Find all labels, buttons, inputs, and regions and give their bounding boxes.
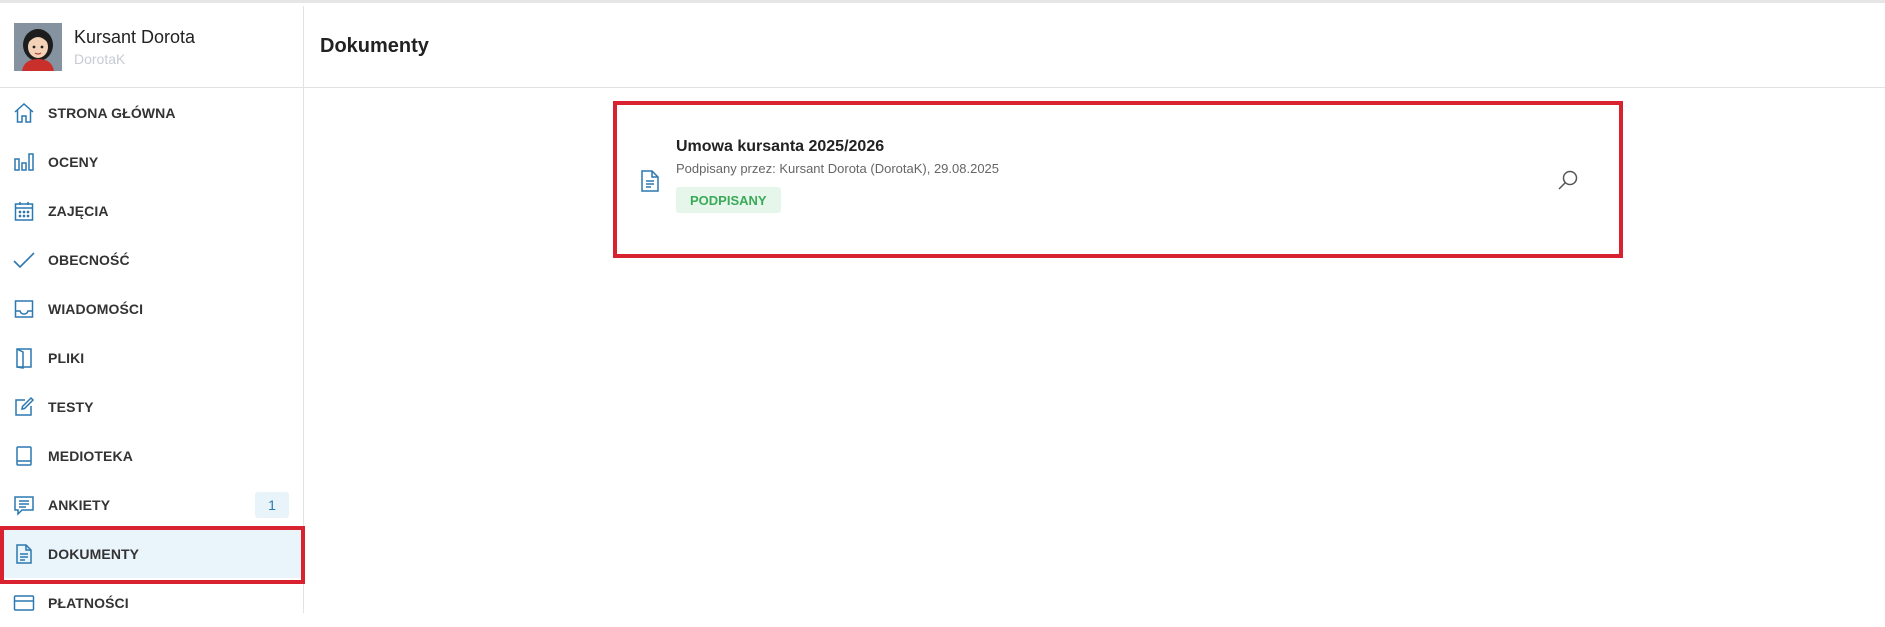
sidebar-item-obecnosc[interactable]: OBECNOŚĆ — [0, 235, 303, 284]
sidebar-item-label: PLIKI — [48, 349, 85, 366]
page-header: Dokumenty — [304, 6, 1885, 88]
sidebar-item-testy[interactable]: TESTY — [0, 382, 303, 431]
sidebar-item-zajecia[interactable]: ZAJĘCIA — [0, 186, 303, 235]
folder-icon — [12, 346, 36, 370]
document-icon — [12, 542, 36, 566]
sidebar-item-ankiety[interactable]: ANKIETY 1 — [0, 480, 303, 529]
document-signed-by: Podpisany przez: Kursant Dorota (DorotaK… — [676, 161, 1000, 176]
document-card[interactable]: Umowa kursanta 2025/2026 Podpisany przez… — [613, 101, 1623, 258]
book-icon — [12, 444, 36, 468]
document-title[interactable]: Umowa kursanta 2025/2026 — [676, 138, 884, 156]
sidebar-item-label: DOKUMENTY — [48, 545, 140, 562]
profile-header[interactable]: Kursant Dorota DorotaK — [0, 6, 303, 88]
sidebar-item-label: OCENY — [48, 153, 99, 170]
edit-icon — [12, 395, 36, 419]
profile-name: Kursant Dorota — [74, 26, 196, 47]
sidebar-item-platnosci[interactable]: PŁATNOŚCI — [0, 578, 303, 627]
home-icon — [12, 101, 36, 125]
sidebar-item-pliki[interactable]: PLIKI — [0, 333, 303, 382]
sidebar-item-medioteka[interactable]: MEDIOTEKA — [0, 431, 303, 480]
unread-count-badge: 1 — [255, 492, 289, 518]
avatar — [14, 22, 62, 71]
sidebar-item-label: TESTY — [48, 398, 94, 415]
credit-card-icon — [12, 591, 36, 615]
sidebar-item-dokumenty[interactable]: DOKUMENTY — [0, 529, 303, 578]
sidebar-nav: STRONA GŁÓWNA OCENY ZAJĘCIA OBECNOŚĆ WIA… — [0, 88, 303, 627]
sidebar-item-label: WIADOMOŚCI — [48, 300, 144, 317]
profile-username: DorotaK — [74, 50, 126, 67]
sidebar-item-oceny[interactable]: OCENY — [0, 137, 303, 186]
sidebar-item-strona-glowna[interactable]: STRONA GŁÓWNA — [0, 88, 303, 137]
sidebar-item-label: ZAJĘCIA — [48, 202, 109, 219]
calendar-icon — [12, 199, 36, 223]
search-icon[interactable] — [1555, 167, 1581, 193]
sidebar: Kursant Dorota DorotaK STRONA GŁÓWNA OCE… — [0, 6, 304, 613]
sidebar-item-label: STRONA GŁÓWNA — [48, 104, 176, 121]
survey-icon — [12, 493, 36, 517]
sidebar-item-label: OBECNOŚĆ — [48, 251, 130, 268]
checkmark-icon — [12, 248, 36, 272]
sidebar-item-label: MEDIOTEKA — [48, 447, 133, 464]
document-icon — [639, 169, 661, 193]
app-window: Kursant Dorota DorotaK STRONA GŁÓWNA OCE… — [0, 0, 1885, 613]
page-title: Dokumenty — [320, 35, 429, 57]
sidebar-item-label: ANKIETY — [48, 496, 111, 513]
sidebar-item-wiadomosci[interactable]: WIADOMOŚCI — [0, 284, 303, 333]
status-badge: PODPISANY — [676, 187, 781, 213]
bar-chart-icon — [12, 150, 36, 174]
sidebar-item-label: PŁATNOŚCI — [48, 594, 129, 611]
inbox-icon — [12, 297, 36, 321]
